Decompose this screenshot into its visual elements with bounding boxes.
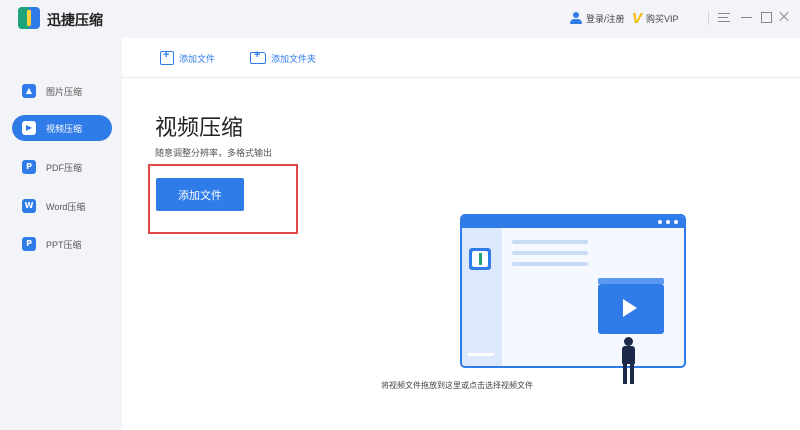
image-icon: ▲: [22, 84, 36, 98]
login-register-label: 登录/注册: [586, 13, 625, 24]
file-thumbnail-icon: [469, 248, 491, 270]
sidebar-item-label: Word压缩: [46, 201, 86, 212]
vip-icon: V: [632, 9, 643, 27]
titlebar-divider: [708, 11, 709, 25]
app-title: 迅捷压缩: [47, 12, 103, 28]
sidebar-item-label: PDF压缩: [46, 162, 83, 173]
sidebar-item-ppt-compress[interactable]: P PPT压缩: [12, 231, 112, 257]
page-subtitle: 随意调整分辨率，多格式输出: [155, 148, 273, 158]
page-title: 视频压缩: [155, 115, 244, 140]
pdf-icon: P: [22, 160, 36, 174]
buy-vip-label: 购买VIP: [646, 13, 679, 24]
add-file-button[interactable]: 添加文件: [156, 178, 244, 211]
add-file-toolbar-label: 添加文件: [179, 53, 216, 64]
close-icon[interactable]: [777, 10, 791, 24]
add-folder-toolbar-label: 添加文件夹: [271, 53, 317, 64]
menu-icon[interactable]: [717, 10, 731, 24]
title-bar: 迅捷压缩 登录/注册 V 购买VIP: [0, 0, 800, 38]
toolbar: 添加文件 添加文件夹: [122, 38, 800, 78]
sidebar-item-video-compress[interactable]: ▶ 视频压缩: [12, 115, 112, 141]
add-folder-icon: [250, 49, 266, 64]
login-register-button[interactable]: 登录/注册: [570, 10, 625, 26]
window-illustration: [460, 214, 686, 368]
sidebar-item-pdf-compress[interactable]: P PDF压缩: [12, 154, 112, 180]
minimize-icon[interactable]: [740, 10, 754, 24]
ppt-icon: P: [22, 237, 36, 251]
video-play-icon: [598, 284, 664, 334]
sidebar: ▲ 图片压缩 ▶ 视频压缩 P PDF压缩 W Word压缩 P PPT压缩: [0, 38, 122, 430]
sidebar-item-image-compress[interactable]: ▲ 图片压缩: [12, 78, 112, 104]
add-folder-toolbar-button[interactable]: 添加文件夹: [250, 49, 317, 66]
app-logo-icon: [18, 7, 40, 29]
sidebar-item-word-compress[interactable]: W Word压缩: [12, 193, 112, 219]
user-icon: [570, 12, 582, 24]
add-file-icon: [160, 49, 174, 65]
word-icon: W: [22, 199, 36, 213]
sidebar-item-label: 视频压缩: [46, 123, 83, 134]
main-panel: 添加文件 添加文件夹 视频压缩 随意调整分辨率，多格式输出 添加文件: [122, 38, 800, 430]
add-file-toolbar-button[interactable]: 添加文件: [160, 49, 216, 66]
buy-vip-button[interactable]: V 购买VIP: [632, 9, 679, 27]
drop-hint-text[interactable]: 将视频文件拖放到这里或点击选择视频文件: [252, 380, 662, 391]
maximize-icon[interactable]: [759, 10, 773, 24]
video-icon: ▶: [22, 121, 36, 135]
sidebar-item-label: PPT压缩: [46, 239, 82, 250]
person-illustration: [624, 337, 633, 346]
sidebar-item-label: 图片压缩: [46, 86, 83, 97]
